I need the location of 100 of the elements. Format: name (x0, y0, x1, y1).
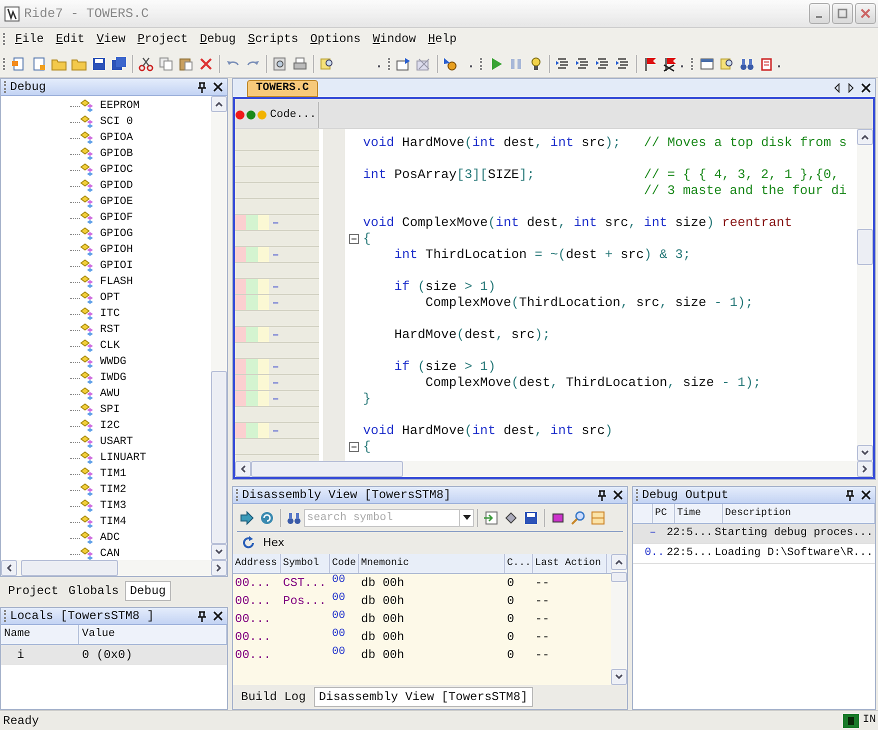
tree-item[interactable]: FLASH (100, 274, 134, 290)
menu-item[interactable]: Window (366, 30, 422, 48)
tree-item[interactable]: GPIOI (100, 258, 134, 274)
scroll-thumb[interactable] (611, 572, 627, 582)
vertical-scrollbar[interactable] (611, 554, 627, 685)
pin-icon[interactable] (197, 610, 207, 622)
gutter-header[interactable]: Code... (270, 106, 316, 124)
search-icon[interactable] (719, 56, 735, 72)
scroll-left-icon[interactable] (833, 83, 841, 93)
step-icon[interactable] (615, 56, 631, 72)
close-icon[interactable] (613, 490, 623, 500)
panel-tab[interactable]: Project (4, 581, 62, 601)
tree-item[interactable]: ADC (100, 530, 120, 546)
save-all-icon[interactable] (111, 56, 127, 72)
scroll-right-icon[interactable] (847, 83, 855, 93)
tree-item[interactable]: TIM2 (100, 482, 126, 498)
column-header[interactable]: Description (723, 504, 875, 523)
column-header[interactable]: Address (233, 554, 281, 573)
tree-item[interactable]: GPIOB (100, 146, 134, 162)
paste-icon[interactable] (178, 56, 194, 72)
column-header[interactable]: Last Action (533, 554, 607, 573)
tree-item[interactable]: IWDG (100, 370, 126, 386)
paint-bucket-icon[interactable] (503, 510, 519, 526)
close-button[interactable] (855, 3, 876, 24)
tree-item[interactable]: GPIOD (100, 178, 134, 194)
collapse-icon[interactable] (349, 442, 359, 452)
menu-item[interactable]: Options (304, 30, 367, 48)
maximize-icon[interactable] (837, 8, 848, 19)
menu-item[interactable]: Help (422, 30, 463, 48)
copy-icon[interactable] (158, 56, 174, 72)
file-tab[interactable]: TOWERS.C (247, 80, 318, 97)
scissors-icon[interactable] (138, 56, 154, 72)
go-icon[interactable] (239, 510, 255, 526)
tree-item[interactable]: CAN (100, 546, 120, 560)
scroll-left-icon[interactable] (5, 564, 13, 572)
tree-item[interactable]: GPIOF (100, 210, 134, 226)
refresh-icon[interactable] (259, 510, 275, 526)
scroll-down-icon[interactable] (615, 673, 623, 681)
split-view-icon[interactable] (590, 510, 606, 526)
scroll-up-icon[interactable] (861, 133, 869, 141)
hex-label[interactable]: Hex (263, 534, 284, 552)
dropdown-arrow-icon[interactable] (462, 514, 472, 520)
tree-item[interactable]: GPIOH (100, 242, 134, 258)
tree-item[interactable]: USART (100, 434, 134, 450)
menu-item[interactable]: View (90, 30, 132, 48)
column-header[interactable]: Mnemonic (359, 554, 505, 573)
minimize-button[interactable] (809, 3, 830, 24)
scroll-right-icon[interactable] (215, 564, 223, 572)
tree-item[interactable]: GPIOE (100, 194, 134, 210)
scroll-right-icon[interactable] (861, 465, 869, 473)
step-icon[interactable] (555, 56, 571, 72)
magnifier-icon[interactable] (570, 510, 586, 526)
export-icon[interactable] (483, 510, 499, 526)
search-field[interactable]: search symbol (304, 508, 460, 526)
close-icon[interactable] (861, 83, 871, 93)
horizontal-scrollbar[interactable] (235, 461, 873, 477)
column-header[interactable]: Code (330, 554, 359, 573)
step-icon[interactable] (595, 56, 611, 72)
tree-item[interactable]: CLK (100, 338, 120, 354)
document-icon[interactable] (759, 56, 775, 72)
tree-item[interactable]: LINUART (100, 450, 146, 466)
scroll-thumb[interactable] (857, 229, 873, 265)
save-icon[interactable] (91, 56, 107, 72)
menu-item[interactable]: Debug (194, 30, 242, 48)
vertical-scrollbar[interactable] (211, 96, 227, 560)
document-icon[interactable] (31, 56, 47, 72)
tree-item[interactable]: OPT (100, 290, 120, 306)
tree-item[interactable]: AWU (100, 386, 120, 402)
scroll-up-icon[interactable] (615, 558, 623, 566)
tree-item[interactable]: SCI 0 (100, 114, 134, 130)
tree-item[interactable]: TIM1 (100, 466, 126, 482)
column-header[interactable]: PC (653, 504, 675, 523)
panel-tab[interactable]: Globals (64, 581, 123, 601)
panel-tab[interactable]: Build Log (237, 687, 310, 707)
pin-icon[interactable] (597, 490, 607, 500)
pin-icon[interactable] (845, 490, 855, 500)
tree-item[interactable]: ITC (100, 306, 120, 322)
printer-icon[interactable] (292, 56, 308, 72)
flag-remove-icon[interactable] (662, 56, 678, 72)
scroll-thumb[interactable] (251, 461, 402, 477)
panel-tab[interactable]: Debug (124, 581, 171, 601)
log-row[interactable]: 0.. 22:5... Loading D:\Software\R... (633, 544, 875, 564)
horizontal-scrollbar[interactable] (1, 560, 227, 576)
save-icon[interactable] (523, 510, 539, 526)
log-row[interactable]: – 22:5... Starting debug proces... (633, 524, 875, 544)
dropdown-button[interactable] (460, 508, 474, 526)
tree-item[interactable]: TIM3 (100, 498, 126, 514)
close-icon[interactable] (861, 490, 871, 500)
maximize-button[interactable] (832, 3, 853, 24)
delete-icon[interactable] (198, 56, 214, 72)
search-icon[interactable] (319, 56, 335, 72)
tree-item[interactable]: WWDG (100, 354, 126, 370)
tree-item[interactable]: GPIOA (100, 130, 134, 146)
column-header[interactable]: Name (1, 625, 79, 644)
tree-item[interactable]: I2C (100, 418, 120, 434)
scroll-left-icon[interactable] (239, 465, 247, 473)
menu-item[interactable]: Project (131, 30, 194, 48)
tree-item[interactable]: RST (100, 322, 120, 338)
collapse-icon[interactable] (349, 234, 359, 244)
scroll-down-icon[interactable] (215, 548, 223, 556)
